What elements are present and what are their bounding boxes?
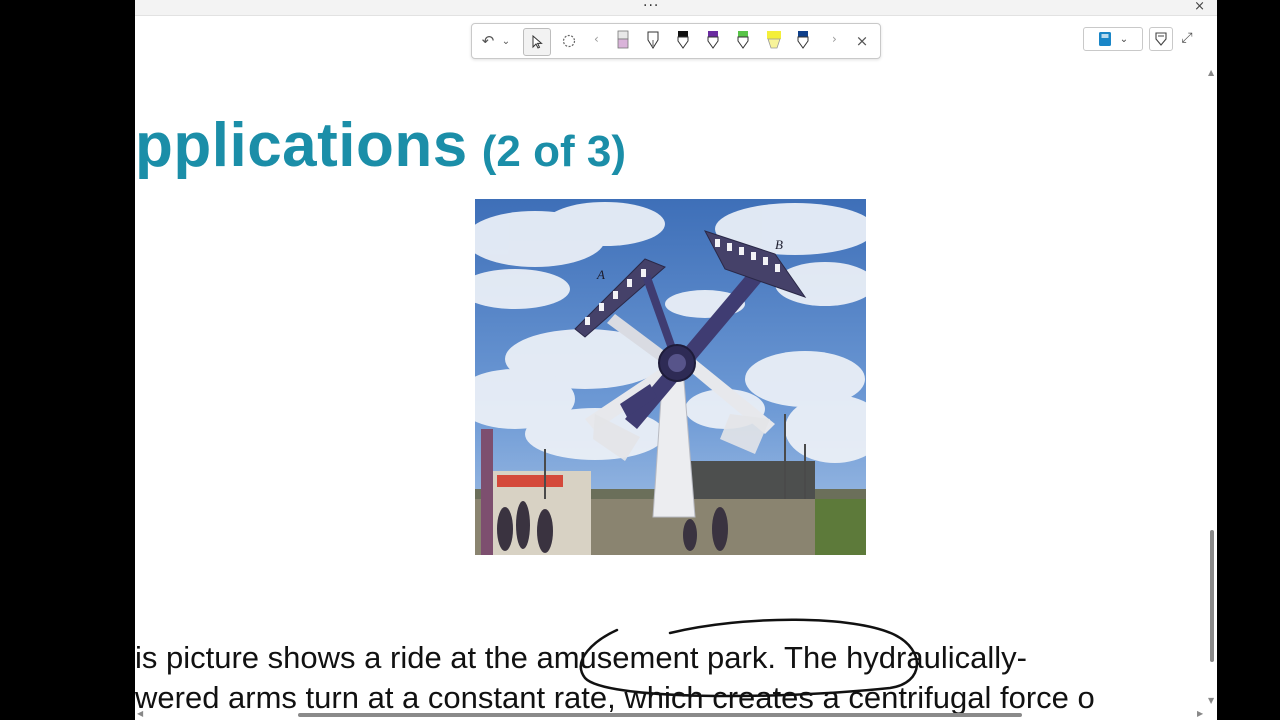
scroll-left-icon[interactable]: ◀: [137, 709, 143, 718]
ink-annotation-layer: [579, 618, 919, 698]
scroll-down-icon[interactable]: ▼: [1208, 696, 1214, 705]
ink-circle-stroke: [579, 618, 919, 698]
vertical-scroll-thumb[interactable]: [1210, 530, 1214, 662]
horizontal-scrollbar[interactable]: ◀ ▶: [135, 709, 1207, 720]
vertical-scrollbar[interactable]: ▲ ▼: [1207, 68, 1217, 708]
scroll-up-icon[interactable]: ▲: [1208, 68, 1214, 77]
app-window: ... × ↶ ⌄ ‹ › × ⌄ ⤢ pplications (2 of 3)…: [135, 0, 1217, 720]
scroll-right-icon[interactable]: ▶: [1197, 709, 1203, 718]
horizontal-scroll-thumb[interactable]: [298, 713, 1022, 717]
